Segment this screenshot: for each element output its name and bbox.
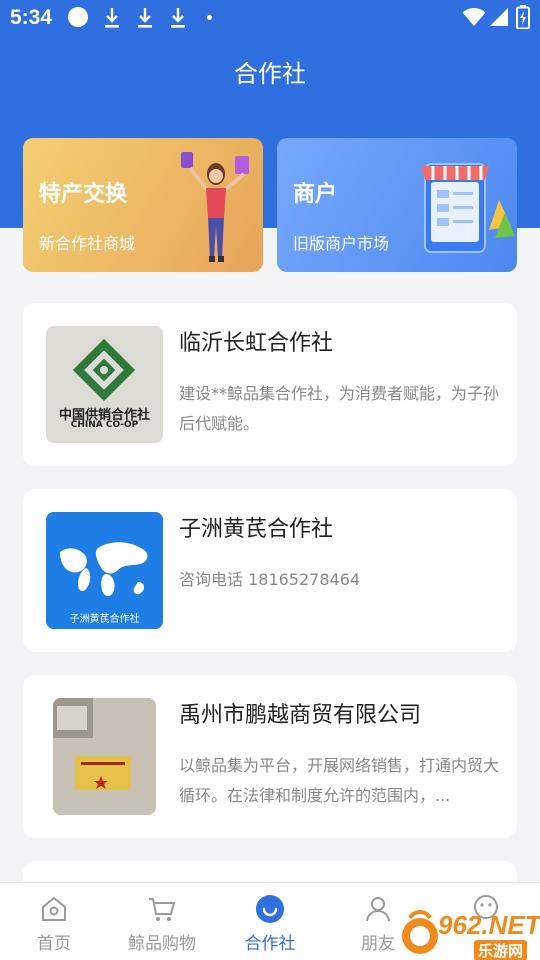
promo-card-merchant[interactable]: 商户 旧版商户市场 — [277, 138, 517, 272]
promo-subtitle: 新合作社商城 — [39, 234, 136, 253]
status-bar: 5:34 — [0, 0, 540, 36]
tab-label: 首页 — [37, 934, 71, 954]
shopping-woman-illustration — [181, 152, 249, 262]
dot-icon — [207, 15, 212, 20]
status-time: 5:34 — [10, 6, 53, 29]
home-icon — [42, 896, 66, 921]
download-icon — [138, 8, 152, 28]
download-icon — [171, 8, 185, 28]
notification-dot-icon — [68, 7, 88, 27]
page-title: 合作社 — [234, 60, 306, 88]
cooperative-description: 咨询电话 18165278464 — [179, 570, 361, 589]
list-item-cooperative[interactable]: 中国供销合作社 CHINA CO-OP 临沂长虹合作社 建设**鲸品集合作社，为… — [23, 303, 517, 466]
watermark-text: 962.NET — [438, 910, 540, 940]
friend-icon — [366, 897, 390, 922]
cooperative-logo: 中国供销合作社 CHINA CO-OP — [46, 326, 163, 443]
download-icon — [105, 8, 119, 28]
battery-icon — [516, 5, 530, 29]
site-watermark: 962.NET 乐游网 — [398, 908, 540, 960]
cart-icon — [149, 898, 176, 921]
signal-icon — [490, 8, 508, 26]
cooperative-description: 以鲸品集为平台，开展网络销售，打通内贸大循环。在法律和制度允许的范围内，... — [179, 756, 500, 805]
logo-caption: 子洲黄芪合作社 — [69, 614, 140, 625]
watermark-subtext: 乐游网 — [474, 940, 528, 960]
cooperative-name: 禹州市鹏越商贸有限公司 — [179, 703, 422, 728]
tab-home[interactable]: 首页 — [0, 883, 108, 960]
promo-subtitle: 旧版商户市场 — [293, 234, 390, 253]
promo-card-specialty-exchange[interactable]: 特产交换 新合作社商城 — [23, 138, 263, 272]
list-item-cooperative[interactable]: 禹州市鹏越商贸有限公司 以鲸品集为平台，开展网络销售，打通内贸大循环。在法律和制… — [23, 675, 517, 838]
tab-cooperative[interactable]: 合作社 — [216, 883, 324, 960]
cooperative-logo: 子洲黄芪合作社 — [46, 512, 163, 629]
cooperative-description: 建设**鲸品集合作社，为消费者赋能，为子孙后代赋能。 — [179, 384, 500, 433]
promo-title: 特产交换 — [39, 182, 128, 207]
tab-label: 合作社 — [244, 934, 296, 954]
cooperative-icon — [256, 895, 284, 923]
promo-title: 商户 — [293, 182, 338, 207]
cooperative-photo — [53, 698, 156, 815]
list-item-cooperative[interactable]: 子洲黄芪合作社 子洲黄芪合作社 咨询电话 18165278464 — [23, 489, 517, 652]
tab-label: 鲸品购物 — [128, 934, 196, 954]
phone-store-illustration — [421, 163, 515, 253]
tab-shopping[interactable]: 鲸品购物 — [108, 883, 216, 960]
cooperative-name: 临沂长虹合作社 — [179, 331, 334, 356]
cooperative-name: 子洲黄芪合作社 — [179, 517, 334, 542]
logo-caption-en: CHINA CO-OP — [70, 420, 139, 430]
wifi-icon — [462, 8, 486, 26]
